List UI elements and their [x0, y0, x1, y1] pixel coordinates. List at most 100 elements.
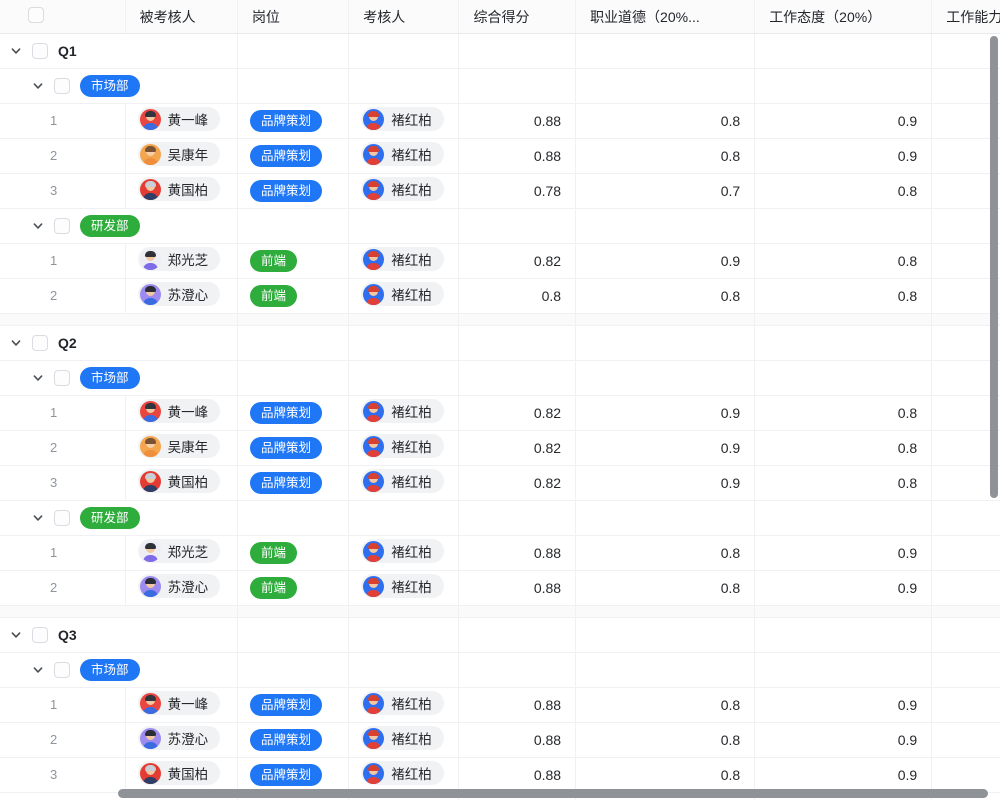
score-cell: 0.82 — [459, 431, 576, 466]
person-name: 苏澄心 — [168, 284, 209, 304]
person-name: 褚红柏 — [391, 284, 432, 304]
row-index: 3 — [0, 475, 57, 490]
person-chip: 黄国柏 — [138, 469, 221, 493]
chevron-down-icon[interactable] — [32, 512, 44, 524]
empty-cell — [576, 501, 755, 536]
row-index-cell: 2 — [0, 723, 125, 758]
assessor-chip: 褚红柏 — [361, 434, 444, 458]
row-index-cell: 3 — [0, 174, 125, 209]
person-name: 褚红柏 — [391, 541, 432, 561]
score-cell: 0.88 — [459, 536, 576, 571]
assessor-chip: 褚红柏 — [361, 399, 444, 423]
empty-cell — [576, 653, 755, 688]
row-index-cell: 2 — [0, 431, 125, 466]
department-row: 研发部 — [0, 501, 1000, 536]
ethics-cell: 0.7 — [576, 174, 755, 209]
avatar-icon — [140, 541, 161, 562]
spacer-cell — [0, 314, 237, 326]
department-checkbox[interactable] — [54, 662, 70, 678]
assessor-chip: 褚红柏 — [361, 574, 444, 598]
person-name: 黄一峰 — [168, 109, 209, 129]
assessment-table: 被考核人岗位考核人综合得分职业道德（20%...工作态度（20%）工作能力（60… — [0, 0, 1000, 800]
position-cell: 品牌策划 — [237, 723, 348, 758]
attitude-cell: 0.9 — [755, 104, 932, 139]
group-label: Q3 — [58, 627, 77, 643]
empty-cell — [576, 326, 755, 361]
column-header-ethics: 职业道德（20%... — [576, 0, 755, 34]
empty-cell — [755, 34, 932, 69]
avatar-icon — [363, 471, 384, 492]
department-checkbox[interactable] — [54, 78, 70, 94]
position-badge: 品牌策划 — [250, 180, 322, 202]
position-cell: 前端 — [237, 536, 348, 571]
group-checkbox[interactable] — [32, 43, 48, 59]
column-header-attitude: 工作态度（20%） — [755, 0, 932, 34]
department-cell: 市场部 — [0, 69, 237, 104]
row-index: 3 — [0, 767, 57, 782]
chevron-down-icon[interactable] — [10, 45, 22, 57]
chevron-down-icon[interactable] — [10, 629, 22, 641]
attitude-cell: 0.9 — [755, 139, 932, 174]
group-label: Q1 — [58, 43, 77, 59]
group-checkbox[interactable] — [32, 335, 48, 351]
empty-cell — [932, 653, 1000, 688]
empty-cell — [932, 618, 1000, 653]
department-checkbox[interactable] — [54, 218, 70, 234]
avatar-icon — [140, 144, 161, 165]
row-index: 2 — [0, 440, 57, 455]
ethics-cell: 0.9 — [576, 244, 755, 279]
empty-cell — [237, 361, 348, 396]
position-badge: 品牌策划 — [250, 694, 322, 716]
chevron-down-icon[interactable] — [32, 664, 44, 676]
department-checkbox[interactable] — [54, 510, 70, 526]
chevron-down-icon[interactable] — [32, 372, 44, 384]
empty-cell — [459, 326, 576, 361]
row-index-cell: 1 — [0, 244, 125, 279]
chevron-down-icon[interactable] — [32, 220, 44, 232]
ethics-cell: 0.9 — [576, 431, 755, 466]
person-chip: 郑光芝 — [138, 539, 221, 563]
person-chip: 黄国柏 — [138, 761, 221, 785]
avatar-icon — [140, 576, 161, 597]
avatar-icon — [363, 284, 384, 305]
empty-cell — [459, 69, 576, 104]
assessor-cell: 褚红柏 — [349, 466, 459, 501]
avatar-icon — [363, 728, 384, 749]
vertical-scrollbar-thumb[interactable] — [990, 36, 998, 498]
group-row-q3: Q3 — [0, 618, 1000, 653]
empty-cell — [932, 501, 1000, 536]
person-name: 褚红柏 — [391, 144, 432, 164]
ethics-cell: 0.8 — [576, 536, 755, 571]
select-all-checkbox[interactable] — [28, 7, 44, 23]
empty-cell — [349, 34, 459, 69]
score-cell: 0.8 — [459, 279, 576, 314]
empty-cell — [237, 34, 348, 69]
ethics-cell: 0.8 — [576, 139, 755, 174]
empty-cell — [237, 618, 348, 653]
attitude-cell: 0.9 — [755, 758, 932, 793]
group-cell: Q2 — [0, 326, 237, 361]
position-badge: 品牌策划 — [250, 472, 322, 494]
person-name: 黄国柏 — [168, 763, 209, 783]
score-cell: 0.82 — [459, 466, 576, 501]
empty-cell — [349, 326, 459, 361]
person-cell: 黄国柏 — [125, 758, 237, 793]
empty-cell — [755, 209, 932, 244]
position-badge: 品牌策划 — [250, 729, 322, 751]
group-checkbox[interactable] — [32, 627, 48, 643]
empty-cell — [459, 606, 576, 618]
empty-cell — [576, 361, 755, 396]
chevron-down-icon[interactable] — [10, 337, 22, 349]
department-checkbox[interactable] — [54, 370, 70, 386]
empty-cell — [755, 501, 932, 536]
assessor-cell: 褚红柏 — [349, 688, 459, 723]
group-row-q1: Q1 — [0, 34, 1000, 69]
person-cell: 黄一峰 — [125, 688, 237, 723]
chevron-down-icon[interactable] — [32, 80, 44, 92]
row-index: 2 — [0, 148, 57, 163]
person-name: 褚红柏 — [391, 471, 432, 491]
person-name: 褚红柏 — [391, 728, 432, 748]
horizontal-scrollbar-thumb[interactable] — [118, 789, 988, 798]
score-cell: 0.88 — [459, 723, 576, 758]
person-name: 褚红柏 — [391, 693, 432, 713]
